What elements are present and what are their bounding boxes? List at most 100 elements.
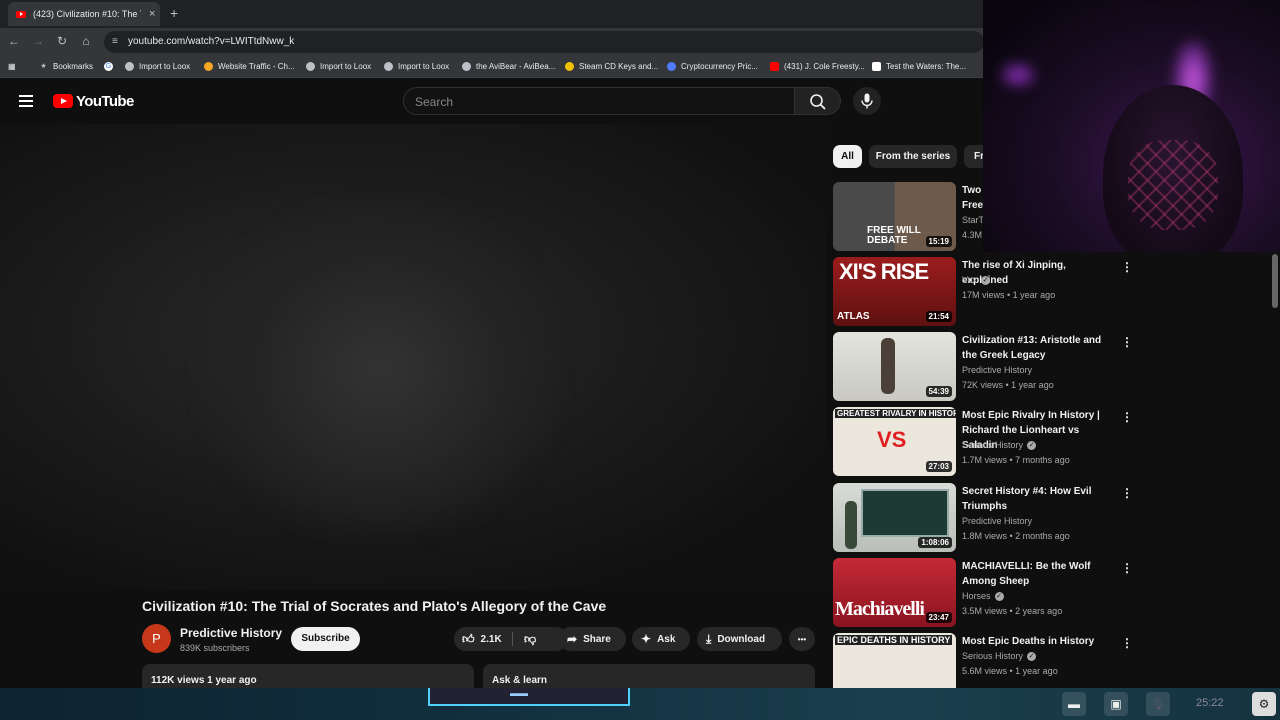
download-label: Download: [717, 633, 766, 645]
scrollbar[interactable]: [1270, 252, 1280, 688]
bookmark-10[interactable]: Test the Waters: The...: [872, 62, 966, 71]
video-thumbnail[interactable]: FREE WILL DEBATE 15:19: [833, 182, 956, 251]
voice-search-button[interactable]: [853, 87, 881, 115]
address-bar[interactable]: ≡ youtube.com/watch?v=LWITtdNww_k: [104, 31, 984, 53]
chat-icon[interactable]: ▬: [1062, 692, 1086, 716]
more-actions-button[interactable]: •••: [789, 627, 815, 651]
apps-icon[interactable]: ▦: [8, 62, 16, 71]
menu-icon[interactable]: [19, 95, 33, 107]
youtube-logo-icon[interactable]: [53, 94, 73, 108]
thumbs-up-icon: 👍︎: [462, 631, 475, 646]
thumbnail-vs: VS: [877, 427, 907, 452]
headset-mesh: [1128, 140, 1218, 230]
globe-icon: [306, 62, 315, 71]
more-options-icon[interactable]: ⋮: [1121, 260, 1133, 274]
bookmark-0[interactable]: ★ Bookmarks: [39, 62, 93, 71]
video-frame: [200, 204, 560, 534]
bookmark-9[interactable]: (431) J. Cole Freesty...: [770, 62, 865, 71]
youtube-wordmark[interactable]: YouTube: [76, 93, 134, 110]
thumbnail-text: Machiavelli: [835, 598, 925, 620]
search-button[interactable]: [795, 87, 841, 115]
site-info-icon[interactable]: ≡: [112, 36, 118, 47]
thumbnail-subtext: ATLAS: [837, 311, 870, 322]
bookmark-6[interactable]: the AviBear - AviBea...: [462, 62, 555, 71]
forward-icon[interactable]: →: [30, 34, 46, 48]
video-thumbnail[interactable]: 1:08:06: [833, 483, 956, 552]
duration-badge: 27:03: [925, 461, 952, 472]
video-thumbnail[interactable]: XI'S RISE ATLAS 21:54: [833, 257, 956, 326]
bookmark-7[interactable]: Steam CD Keys and...: [565, 62, 658, 71]
video-thumbnail[interactable]: GREATEST RIVALRY IN HISTORY VS 27:03: [833, 407, 956, 476]
like-count: 2.1K: [480, 633, 502, 645]
recommendation-channel: Horses ✓: [962, 591, 1004, 602]
bookmark-1[interactable]: G: [104, 62, 118, 71]
subscriber-count: 839K subscribers: [180, 643, 250, 653]
subscribe-button[interactable]: Subscribe: [291, 627, 360, 651]
recommendation-item[interactable]: EPIC DEATHS IN HISTORY Most Epic Deaths …: [833, 633, 1133, 688]
video-thumbnail[interactable]: 54:39: [833, 332, 956, 401]
views-date: 112K views 1 year ago: [151, 675, 257, 686]
globe-icon: [384, 62, 393, 71]
verified-icon: ✓: [981, 276, 991, 286]
microphone-icon[interactable]: 🎙︎: [1146, 692, 1170, 716]
duration-badge: 21:54: [925, 311, 952, 322]
new-tab-button[interactable]: +: [170, 5, 178, 21]
more-options-icon[interactable]: ⋮: [1121, 561, 1133, 575]
more-options-icon[interactable]: ⋮: [1121, 410, 1133, 424]
more-options-icon[interactable]: ⋮: [1121, 486, 1133, 500]
like-dislike-group: 👍︎ 2.1K 👎︎: [454, 627, 568, 651]
verified-icon: ✓: [994, 592, 1004, 602]
recommendation-item[interactable]: 1:08:06 Secret History #4: How Evil Triu…: [833, 483, 1133, 553]
channel-name[interactable]: Predictive History: [180, 626, 282, 640]
thumbs-down-icon[interactable]: 👎︎: [524, 632, 536, 647]
ask-learn-label: Ask & learn: [492, 675, 548, 686]
channel-avatar[interactable]: P: [142, 624, 171, 653]
close-tab-icon[interactable]: ×: [149, 8, 155, 20]
microphone-icon: [861, 93, 873, 109]
search-input[interactable]: Search: [403, 87, 795, 115]
share-button[interactable]: ➦ Share: [559, 627, 626, 651]
thumbnail-text: GREATEST RIVALRY IN HISTORY: [835, 409, 956, 418]
home-icon[interactable]: ⌂: [78, 34, 94, 48]
video-thumbnail[interactable]: Machiavelli 23:47: [833, 558, 956, 627]
chip-all[interactable]: All: [833, 145, 862, 168]
video-player[interactable]: [0, 124, 826, 590]
recommendation-title: MACHIAVELLI: Be the Wolf Among Sheep: [962, 561, 1091, 587]
search-icon: [810, 94, 826, 110]
google-icon: G: [104, 62, 113, 71]
recommendation-item[interactable]: XI'S RISE ATLAS 21:54 The rise of Xi Jin…: [833, 257, 1133, 327]
bookmark-5[interactable]: Import to Loox: [384, 62, 449, 71]
app-icon[interactable]: ▣: [1104, 692, 1128, 716]
recommendation-channel: Predictive History: [962, 365, 1033, 375]
youtube-favicon-icon: [16, 10, 26, 18]
recommendation-meta: 17M views • 1 year ago: [962, 290, 1056, 300]
more-options-icon[interactable]: ⋮: [1121, 636, 1133, 650]
bookmark-8[interactable]: Cryptocurrency Pric...: [667, 62, 758, 71]
recommendation-channel: Serious History ✓: [962, 440, 1037, 451]
thumbnail-text: EPIC DEATHS IN HISTORY: [835, 635, 953, 645]
reload-icon[interactable]: ↻: [54, 34, 70, 48]
recommendation-item[interactable]: 54:39 Civilization #13: Aristotle and th…: [833, 332, 1133, 402]
more-options-icon[interactable]: ⋮: [1121, 335, 1133, 349]
like-button[interactable]: 👍︎ 2.1K: [462, 632, 502, 647]
banner-glyph: ▬▬: [510, 688, 528, 698]
clock: 25:22: [1196, 697, 1224, 709]
chip-from-series[interactable]: From the series: [869, 145, 957, 168]
back-icon[interactable]: ←: [6, 34, 22, 48]
download-button[interactable]: ⤓ Download: [697, 627, 782, 651]
bookmark-2[interactable]: Import to Loox: [125, 62, 190, 71]
lecturer-figure: [845, 501, 857, 549]
recommendation-meta: 4.3M: [962, 230, 983, 240]
gear-icon[interactable]: ⚙: [1252, 692, 1276, 716]
video-thumbnail[interactable]: EPIC DEATHS IN HISTORY: [833, 633, 956, 688]
bookmark-3[interactable]: Website Traffic - Ch...: [204, 62, 295, 71]
browser-tab[interactable]: (423) Civilization #10: The Trial ×: [8, 2, 160, 26]
bookmark-4[interactable]: Import to Loox: [306, 62, 371, 71]
recommendation-item[interactable]: Machiavelli 23:47 MACHIAVELLI: Be the Wo…: [833, 558, 1133, 628]
ask-label: Ask: [657, 633, 676, 645]
recommendation-item[interactable]: GREATEST RIVALRY IN HISTORY VS 27:03 Mos…: [833, 407, 1133, 477]
scrollbar-thumb[interactable]: [1272, 254, 1278, 308]
tab-title: (423) Civilization #10: The Trial: [33, 9, 141, 19]
ask-button[interactable]: ✦ Ask: [632, 627, 690, 651]
youtube-icon: [770, 62, 779, 71]
